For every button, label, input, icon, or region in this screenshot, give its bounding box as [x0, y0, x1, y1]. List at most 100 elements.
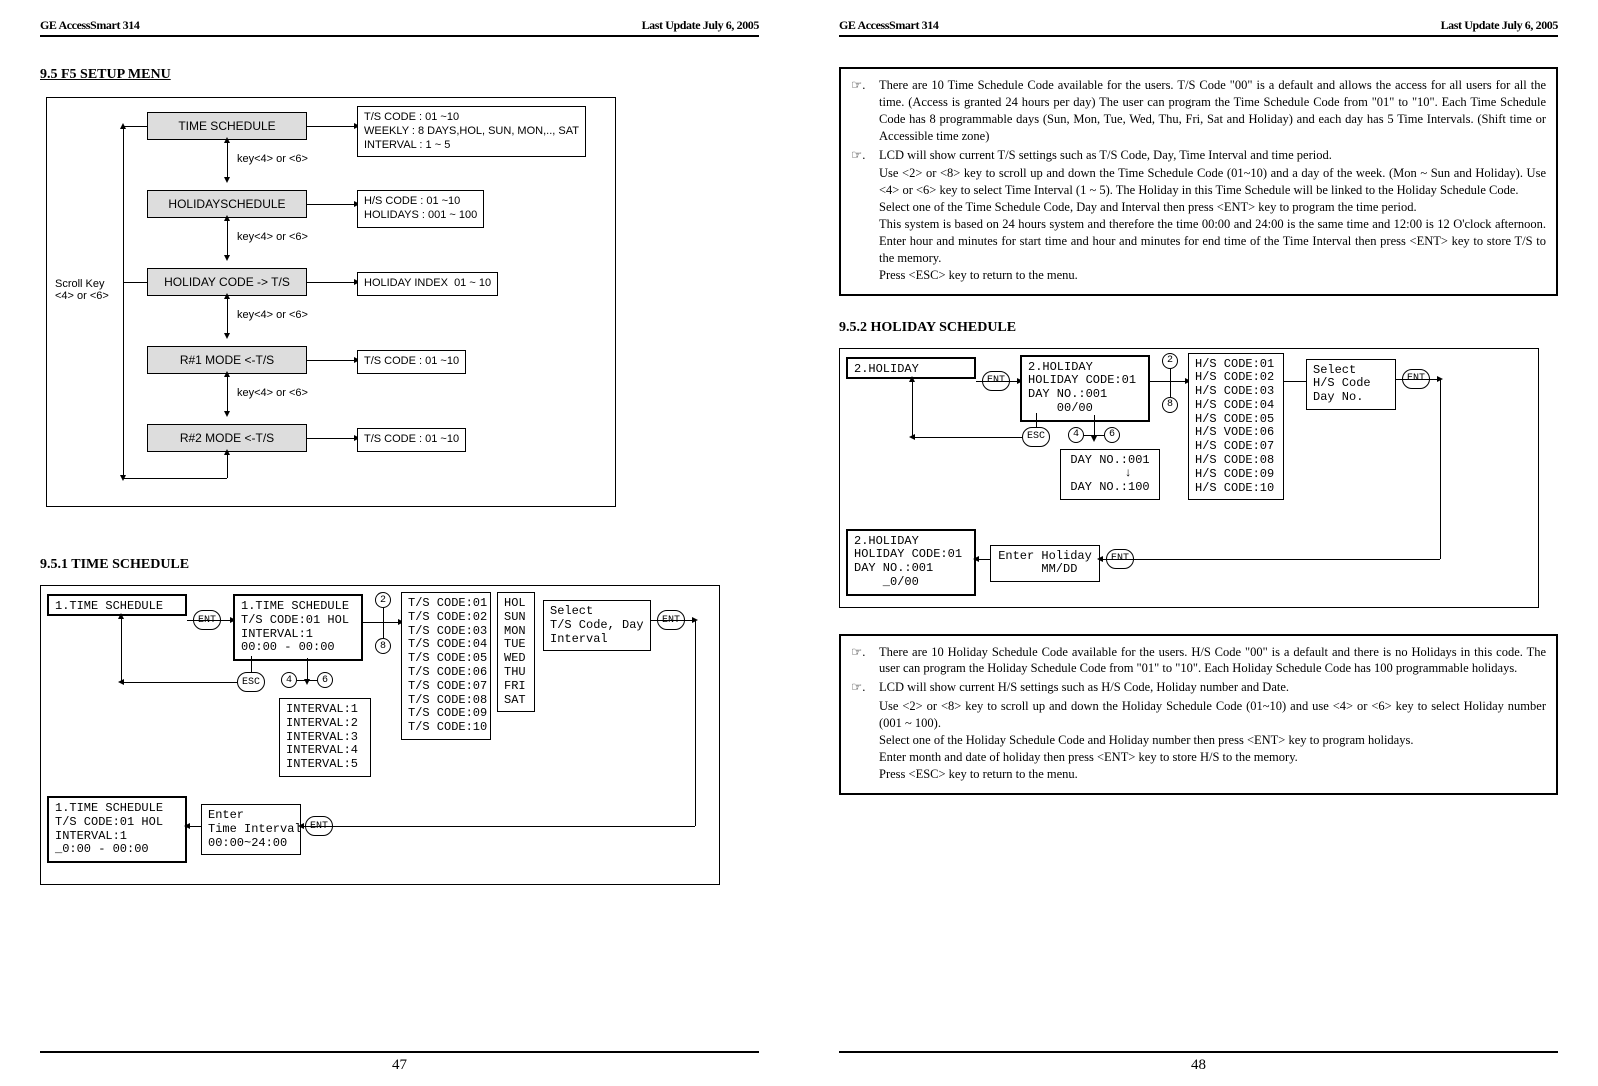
- ts-note-1-text: There are 10 Time Schedule Code availabl…: [879, 77, 1546, 145]
- k46-down: [307, 658, 308, 682]
- hs-k28: [1170, 369, 1171, 397]
- hs-route-v: [1440, 379, 1441, 559]
- section-952-title: 9.5.2 HOLIDAY SCHEDULE: [839, 320, 1558, 336]
- v45b: [227, 374, 228, 414]
- header-update-r: Last Update July 6, 2005: [1441, 18, 1558, 33]
- hs-notes-box: ☞. There are 10 Holiday Schedule Code av…: [839, 634, 1558, 795]
- r2-right-box: T/S CODE : 01 ~10: [357, 428, 466, 452]
- ts-screen-a: 1.TIME SCHEDULE: [47, 594, 187, 616]
- ts-edit-screen: 1.TIME SCHEDULE T/S CODE:01 HOL INTERVAL…: [47, 796, 187, 863]
- ts-conn: [307, 126, 357, 127]
- hs-note-4: Select one of the Holiday Schedule Code …: [851, 732, 1546, 749]
- ts-note-3: Use <2> or <8> key to scroll up and down…: [851, 165, 1546, 199]
- ts-code-list: T/S CODE:01 T/S CODE:02 T/S CODE:03 T/S …: [401, 592, 491, 740]
- key-6: 6: [317, 672, 333, 688]
- r2-conn: [307, 438, 357, 439]
- ts-note-2: ☞. LCD will show current T/S settings su…: [851, 147, 1546, 164]
- k28-line: [383, 608, 384, 638]
- hs-key-4: 4: [1068, 427, 1084, 443]
- hs-sel-in: [1284, 381, 1306, 382]
- c3: [123, 282, 147, 283]
- route-h: [345, 826, 695, 827]
- hs-conn: [307, 204, 357, 205]
- header-product-r: GE AccessSmart 314: [839, 18, 938, 33]
- tip-icon: ☞.: [851, 679, 879, 696]
- hs-note-1: ☞. There are 10 Holiday Schedule Code av…: [851, 644, 1546, 678]
- hs-code-list: H/S CODE:01 H/S CODE:02 H/S CODE:03 H/S …: [1188, 353, 1284, 501]
- hs-note-3: Use <2> or <8> key to scroll up and down…: [851, 698, 1546, 732]
- hs-esc-up: [912, 379, 913, 437]
- ts-note-4: Select one of the Time Schedule Code, Da…: [851, 199, 1546, 216]
- hs-key-2: 2: [1162, 353, 1178, 369]
- hs-note-1-text: There are 10 Holiday Schedule Code avail…: [879, 644, 1546, 678]
- scroll-key-label: Scroll Key <4> or <6>: [55, 278, 109, 302]
- section-951-title: 9.5.1 TIME SCHEDULE: [40, 557, 759, 573]
- hs-esc: ESC: [1022, 427, 1050, 447]
- ts-right-box: T/S CODE : 01 ~10 WEEKLY : 8 DAYS,HOL, S…: [357, 106, 586, 157]
- hs-right-box: H/S CODE : 01 ~10 HOLIDAYS : 001 ~ 100: [357, 190, 484, 228]
- time-schedule-diagram: 1.TIME SCHEDULE ENT 1.TIME SCHEDULE T/S …: [40, 585, 720, 885]
- esc-badge-1: ESC: [237, 672, 265, 692]
- hi-conn: [307, 282, 357, 283]
- key-label-3: key<4> or <6>: [237, 309, 308, 321]
- c5b: [227, 452, 228, 478]
- esc-h: [121, 682, 237, 683]
- ts-note-6: Press <ESC> key to return to the menu.: [851, 267, 1546, 284]
- page-number-48: 48: [1191, 1057, 1206, 1073]
- days-list: HOL SUN MON TUE WED THU FRI SAT: [497, 592, 535, 712]
- edit-in: [187, 826, 201, 827]
- section-95-title: 9.5 F5 SETUP MENU: [40, 67, 759, 83]
- hs-note-2: ☞. LCD will show current H/S settings su…: [851, 679, 1546, 696]
- ts-note-2-text: LCD will show current T/S settings such …: [879, 147, 1546, 164]
- hs-k46d: [1094, 415, 1095, 439]
- ts-screen-b: 1.TIME SCHEDULE T/S CODE:01 HOL INTERVAL…: [233, 594, 363, 661]
- hi-right-box: HOLIDAY INDEX 01 ~ 10: [357, 272, 498, 296]
- esc-up: [121, 616, 122, 682]
- enter-in: [301, 826, 345, 827]
- header-product: GE AccessSmart 314: [40, 18, 139, 33]
- r1-right-box: T/S CODE : 01 ~10: [357, 350, 466, 374]
- hs-enter-box: Enter Holiday MM/DD: [990, 545, 1100, 583]
- page-48: GE AccessSmart 314 Last Update July 6, 2…: [799, 0, 1598, 1086]
- v23b: [227, 218, 228, 258]
- v12b: [227, 140, 228, 180]
- hs-k28-out: [1150, 381, 1188, 382]
- tip-icon: ☞.: [851, 644, 879, 678]
- key-4: 4: [281, 672, 297, 688]
- page-number-47: 47: [392, 1057, 407, 1073]
- page-header-right: GE AccessSmart 314 Last Update July 6, 2…: [839, 18, 1558, 37]
- hs-key-6: 6: [1104, 427, 1120, 443]
- key-label-1: key<4> or <6>: [237, 153, 308, 165]
- tip-icon: ☞.: [851, 147, 879, 164]
- holiday-schedule-diagram: 2.HOLIDAY ENT 2.HOLIDAY HOLIDAY CODE:01 …: [839, 348, 1539, 608]
- page-header: GE AccessSmart 314 Last Update July 6, 2…: [40, 18, 759, 37]
- hs-note-6: Press <ESC> key to return to the menu.: [851, 766, 1546, 783]
- c5a: [123, 478, 227, 479]
- hs-select-box: Select H/S Code Day No.: [1306, 359, 1396, 410]
- esc-v: [251, 656, 252, 672]
- hs-dayno-box: DAY NO.:001 ↓ DAY NO.:100: [1060, 449, 1160, 500]
- key-label-2: key<4> or <6>: [237, 231, 308, 243]
- ts-note-1: ☞. There are 10 Time Schedule Code avail…: [851, 77, 1546, 145]
- key-2: 2: [375, 592, 391, 608]
- page-footer-left: 47: [40, 1051, 759, 1074]
- hs-route-h: [1144, 559, 1440, 560]
- f5-setup-diagram: Scroll Key <4> or <6> TIME SCHEDULE T/S …: [46, 97, 616, 507]
- hs-esc-h: [912, 437, 1022, 438]
- hs-enter-in: [1100, 559, 1144, 560]
- route-v: [695, 620, 696, 826]
- v34b: [227, 296, 228, 336]
- ts-l1: [187, 620, 233, 621]
- page-footer-right: 48: [839, 1051, 1558, 1074]
- hs-esc-v: [1036, 413, 1037, 427]
- select-box: Select T/S Code, Day Interval: [543, 600, 651, 651]
- hs-edit-in: [976, 559, 990, 560]
- r1-conn: [307, 360, 357, 361]
- c1: [123, 126, 147, 127]
- hs-edit-screen: 2.HOLIDAY HOLIDAY CODE:01 DAY NO.:001 _0…: [846, 529, 976, 596]
- sel-out: [651, 620, 695, 621]
- enter-interval-box: Enter Time Interval 00:00~24:00: [201, 804, 301, 855]
- k28-out: [363, 622, 401, 623]
- ts-note-5: This system is based on 24 hours system …: [851, 216, 1546, 267]
- page-47: GE AccessSmart 314 Last Update July 6, 2…: [0, 0, 799, 1086]
